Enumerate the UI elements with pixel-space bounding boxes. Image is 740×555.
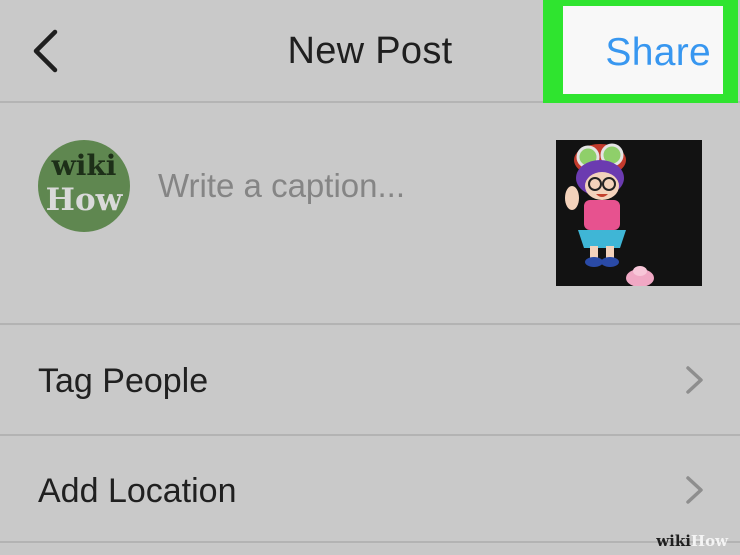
caption-section: wiki How bbox=[0, 103, 740, 323]
watermark-part2: How bbox=[690, 532, 728, 550]
watermark: wikiHow bbox=[650, 531, 734, 551]
share-button[interactable]: Share bbox=[563, 6, 723, 94]
figurine-image bbox=[556, 140, 702, 286]
chevron-right-icon bbox=[682, 363, 706, 397]
tag-people-label: Tag People bbox=[38, 362, 209, 400]
share-button-label: Share bbox=[605, 31, 711, 74]
watermark-part1: wiki bbox=[656, 532, 691, 550]
avatar-text-bottom: How bbox=[45, 182, 123, 218]
avatar: wiki How bbox=[38, 140, 130, 232]
add-location-row[interactable]: Add Location bbox=[0, 436, 740, 544]
caption-input[interactable] bbox=[158, 163, 528, 209]
post-thumbnail bbox=[556, 140, 702, 286]
tag-people-row[interactable]: Tag People bbox=[0, 326, 740, 434]
add-location-label: Add Location bbox=[38, 472, 237, 510]
avatar-text-top: wiki bbox=[51, 149, 117, 182]
new-post-screen: New Post Share wiki How Write a caption.… bbox=[0, 0, 740, 555]
divider bbox=[0, 541, 740, 543]
chevron-right-icon bbox=[682, 473, 706, 507]
divider bbox=[0, 323, 740, 325]
